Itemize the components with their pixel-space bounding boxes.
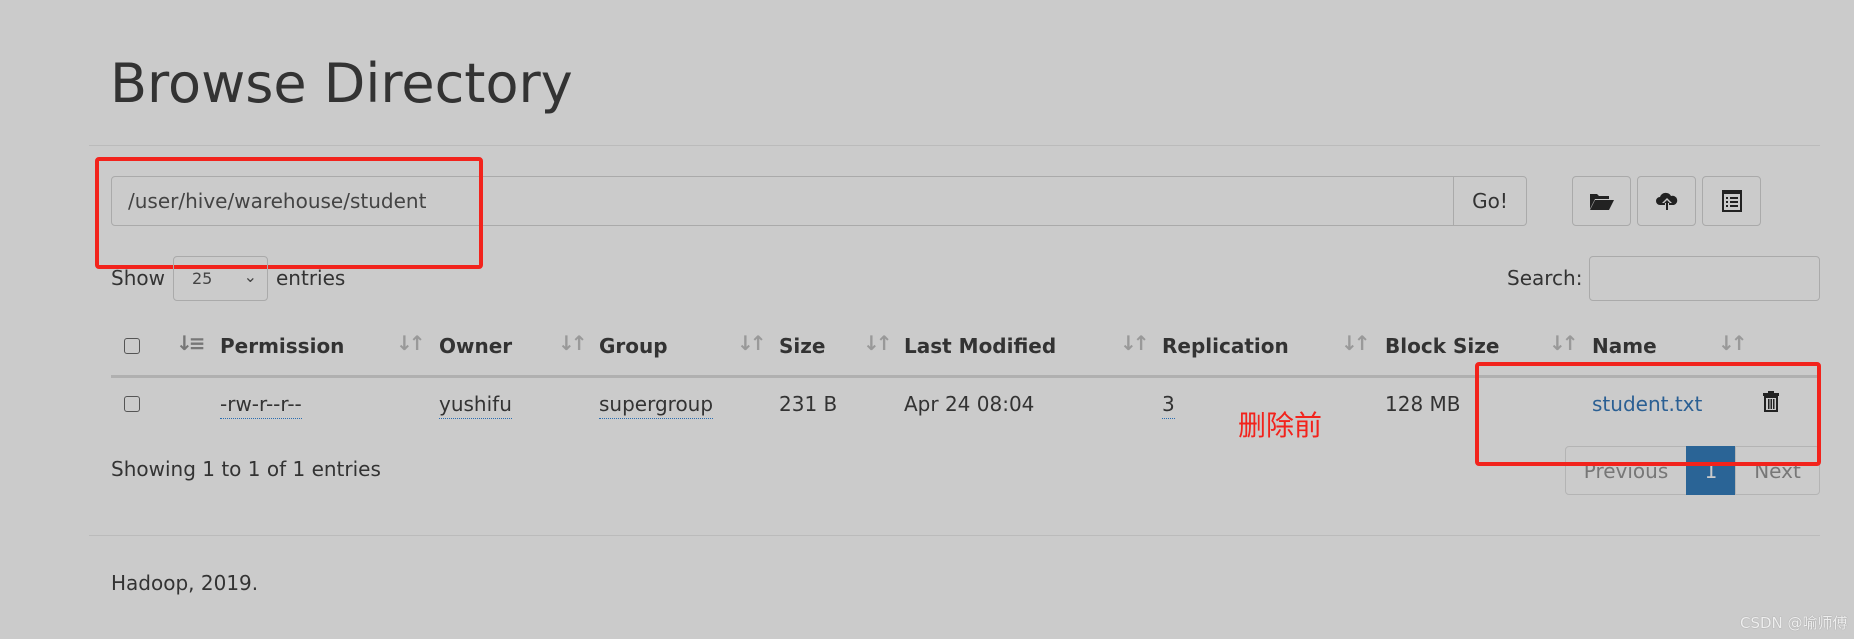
chevron-down-icon: ⌄ bbox=[243, 267, 257, 286]
annotation-box-path bbox=[95, 157, 483, 269]
show-label: Show bbox=[111, 266, 165, 290]
cloud-upload-icon bbox=[1655, 192, 1677, 211]
sort-icon[interactable]: ↓↑ bbox=[1549, 331, 1578, 355]
sort-icon[interactable]: ↓↑ bbox=[396, 331, 425, 355]
page-title: Browse Directory bbox=[110, 52, 573, 115]
annotation-label: 删除前 bbox=[1238, 409, 1323, 442]
sort-icon[interactable]: ↓↑ bbox=[1718, 331, 1747, 355]
cell-last-modified: Apr 24 08:04 bbox=[904, 392, 1035, 416]
column-header-group[interactable]: Group bbox=[599, 334, 668, 358]
footer-divider bbox=[89, 535, 1820, 536]
entries-value: 25 bbox=[192, 269, 213, 288]
sort-asc-icon[interactable]: ↓≡ bbox=[176, 331, 205, 355]
cell-replication[interactable]: 3 bbox=[1162, 392, 1175, 419]
column-header-block-size[interactable]: Block Size bbox=[1385, 334, 1499, 358]
cell-block-size: 128 MB bbox=[1385, 392, 1461, 416]
cell-group[interactable]: supergroup bbox=[599, 392, 714, 419]
sort-icon[interactable]: ↓↑ bbox=[558, 331, 587, 355]
folder-open-icon bbox=[1589, 194, 1614, 210]
sort-icon[interactable]: ↓↑ bbox=[1120, 331, 1149, 355]
select-all-checkbox[interactable] bbox=[124, 338, 140, 354]
column-header-size[interactable]: Size bbox=[779, 334, 825, 358]
divider bbox=[89, 145, 1820, 146]
table-info: Showing 1 to 1 of 1 entries bbox=[111, 457, 381, 481]
cell-permission[interactable]: -rw-r--r-- bbox=[220, 392, 302, 419]
column-header-permission[interactable]: Permission bbox=[220, 334, 344, 358]
column-header-owner[interactable]: Owner bbox=[439, 334, 512, 358]
footer-text: Hadoop, 2019. bbox=[111, 571, 259, 595]
column-header-last-modified[interactable]: Last Modified bbox=[904, 334, 1056, 358]
search-input[interactable] bbox=[1589, 256, 1820, 301]
list-view-button[interactable] bbox=[1702, 176, 1761, 226]
sort-icon[interactable]: ↓↑ bbox=[1341, 331, 1370, 355]
search-label: Search: bbox=[1507, 266, 1583, 290]
go-button[interactable]: Go! bbox=[1453, 176, 1527, 226]
column-header-replication[interactable]: Replication bbox=[1162, 334, 1289, 358]
watermark: CSDN @喻师傅 bbox=[1740, 614, 1848, 632]
sort-icon[interactable]: ↓↑ bbox=[863, 331, 892, 355]
go-label: Go! bbox=[1472, 189, 1508, 213]
annotation-box-file bbox=[1475, 362, 1821, 466]
column-header-name[interactable]: Name bbox=[1592, 334, 1657, 358]
entries-label: entries bbox=[276, 266, 346, 290]
upload-button[interactable] bbox=[1637, 176, 1696, 226]
row-checkbox[interactable] bbox=[124, 396, 140, 412]
create-directory-button[interactable] bbox=[1572, 176, 1631, 226]
sort-icon[interactable]: ↓↑ bbox=[737, 331, 766, 355]
cell-owner[interactable]: yushifu bbox=[439, 392, 512, 419]
cell-size: 231 B bbox=[779, 392, 838, 416]
entries-select[interactable]: 25 ⌄ bbox=[173, 256, 268, 301]
list-icon bbox=[1721, 190, 1742, 212]
